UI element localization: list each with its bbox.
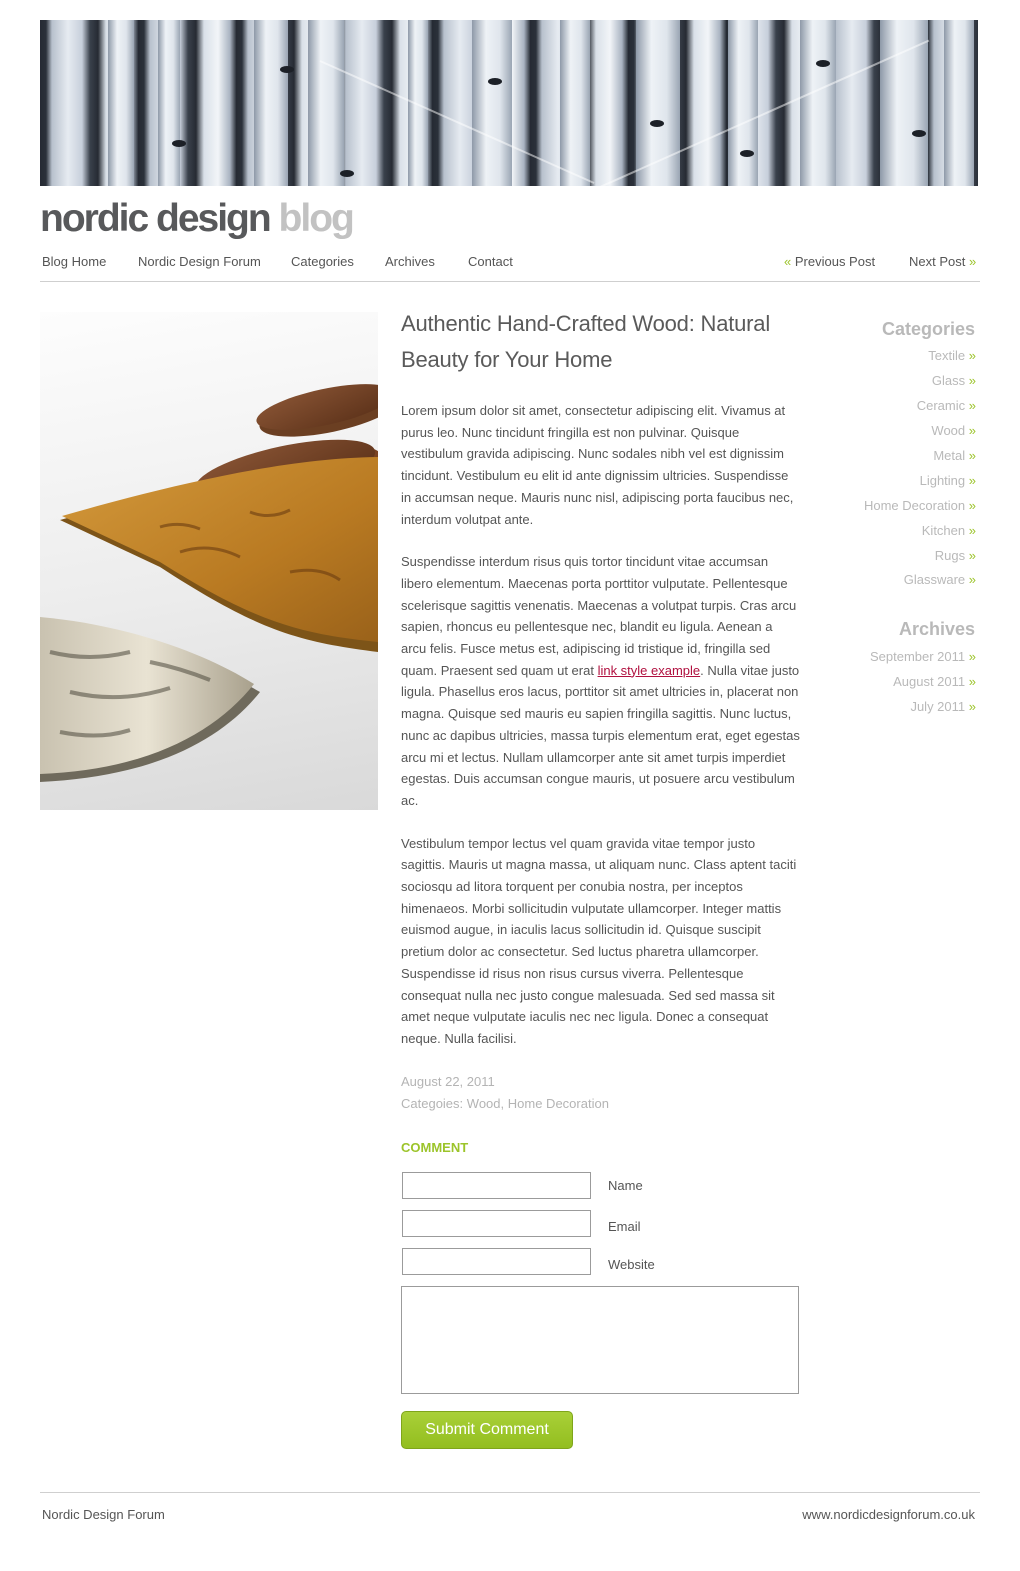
- site-logo[interactable]: nordic design blog: [40, 196, 355, 242]
- inline-link[interactable]: link style example: [598, 663, 701, 678]
- blog-post: Authentic Hand-Crafted Wood: Natural Bea…: [401, 306, 801, 1115]
- article-image: [40, 312, 378, 810]
- footer-website-link[interactable]: www.nordicdesignforum.co.uk: [802, 1507, 975, 1522]
- sidebar-item-label: Glassware: [903, 572, 966, 587]
- previous-post-link[interactable]: « Previous Post: [784, 254, 875, 269]
- sidebar-item-label: Rugs: [934, 548, 966, 563]
- nav-categories[interactable]: Categories: [291, 254, 354, 269]
- sidebar-category-lighting[interactable]: Lighting »: [920, 473, 976, 488]
- arrow-icon: »: [968, 473, 976, 488]
- sidebar-archive-august-2011[interactable]: August 2011 »: [893, 674, 976, 689]
- name-field[interactable]: [402, 1172, 591, 1199]
- sidebar-category-metal[interactable]: Metal »: [933, 448, 976, 463]
- next-post-label: Next Post: [909, 254, 966, 269]
- sidebar-item-label: September 2011: [869, 649, 966, 664]
- categories-label: Categoies:: [401, 1095, 464, 1111]
- footer-forum-link[interactable]: Nordic Design Forum: [42, 1507, 165, 1522]
- post-paragraph-1: Lorem ipsum dolor sit amet, consectetur …: [401, 403, 794, 527]
- category-separator: ,: [500, 1095, 505, 1111]
- sidebar-item-label: Wood: [931, 423, 966, 438]
- name-label: Name: [608, 1178, 643, 1193]
- post-title-line-1: Authentic Hand-Crafted Wood: Natural: [401, 311, 771, 336]
- post-paragraph-3: Vestibulum tempor lectus vel quam gravid…: [401, 835, 797, 1046]
- submit-comment-button[interactable]: Submit Comment: [401, 1411, 573, 1449]
- blog-page: nordic design blog Blog Home Nordic Desi…: [0, 0, 1020, 1571]
- arrow-icon: »: [968, 572, 976, 587]
- main-navigation: Blog Home Nordic Design Forum Categories…: [40, 250, 980, 282]
- previous-arrow-icon: «: [784, 254, 792, 269]
- wooden-trays-illustration: [40, 384, 378, 782]
- arrow-icon: »: [968, 523, 976, 538]
- footer-divider: [40, 1492, 980, 1493]
- sidebar-archives-heading: Archives: [898, 619, 975, 639]
- nav-contact[interactable]: Contact: [468, 254, 513, 269]
- arrow-icon: »: [968, 448, 976, 463]
- category-link-wood[interactable]: Wood: [467, 1096, 501, 1111]
- arrow-icon: »: [968, 423, 976, 438]
- comment-textarea[interactable]: [401, 1286, 799, 1394]
- sidebar-item-label: Metal: [933, 448, 966, 463]
- sidebar-item-label: Glass: [931, 373, 966, 388]
- category-link-home-decoration[interactable]: Home Decoration: [508, 1096, 609, 1111]
- sidebar-archive-july-2011[interactable]: July 2011 »: [910, 699, 976, 714]
- arrow-icon: »: [968, 348, 976, 363]
- sidebar-category-textile[interactable]: Textile »: [928, 348, 976, 363]
- sidebar-category-home-decoration[interactable]: Home Decoration »: [864, 498, 976, 513]
- sidebar-categories-heading: Categories: [881, 319, 975, 339]
- next-post-link[interactable]: Next Post »: [909, 254, 976, 269]
- email-label: Email: [608, 1219, 641, 1234]
- arrow-icon: »: [968, 548, 976, 563]
- website-label: Website: [608, 1257, 655, 1272]
- sidebar-category-glass[interactable]: Glass »: [932, 373, 976, 388]
- website-field[interactable]: [402, 1248, 591, 1275]
- sidebar-item-label: July 2011: [910, 699, 966, 714]
- sidebar-item-label: Kitchen: [921, 523, 966, 538]
- arrow-icon: »: [968, 498, 976, 513]
- sidebar-item-label: Home Decoration: [863, 498, 966, 513]
- sidebar-item-label: Lighting: [919, 473, 966, 488]
- post-title-line-2: Beauty for Your Home: [401, 347, 613, 372]
- post-date: August 22, 2011: [401, 1073, 495, 1089]
- post-title: Authentic Hand-Crafted Wood: Natural Bea…: [401, 306, 801, 378]
- paragraph-2-text-before: Suspendisse interdum risus quis tortor t…: [401, 554, 797, 678]
- sidebar-category-wood[interactable]: Wood »: [931, 423, 976, 438]
- nav-archives[interactable]: Archives: [385, 254, 435, 269]
- paragraph-2-text-after: . Nulla vitae justo ligula. Phasellus er…: [401, 662, 800, 808]
- sidebar-category-kitchen[interactable]: Kitchen »: [922, 523, 976, 538]
- arrow-icon: »: [968, 674, 976, 689]
- nav-nordic-design-forum[interactable]: Nordic Design Forum: [138, 254, 261, 269]
- arrow-icon: »: [968, 373, 976, 388]
- comment-heading: COMMENT: [401, 1140, 469, 1155]
- post-categories: Categoies: Wood, Home Decoration: [401, 1093, 801, 1115]
- previous-post-label: Previous Post: [794, 254, 876, 269]
- sidebar-item-label: Ceramic: [916, 398, 966, 413]
- arrow-icon: »: [968, 699, 976, 714]
- sidebar-item-label: Textile: [928, 348, 966, 363]
- arrow-icon: »: [968, 398, 976, 413]
- sidebar-item-label: August 2011: [893, 674, 966, 689]
- nav-blog-home[interactable]: Blog Home: [42, 254, 106, 269]
- logo-secondary-text: blog: [278, 197, 355, 240]
- post-paragraph-2: Suspendisse interdum risus quis tortor t…: [401, 551, 801, 811]
- sidebar-category-rugs[interactable]: Rugs »: [935, 548, 976, 563]
- sidebar-category-glassware[interactable]: Glassware »: [904, 572, 976, 587]
- header-banner-image: [40, 20, 978, 186]
- sidebar-category-ceramic[interactable]: Ceramic »: [917, 398, 976, 413]
- logo-primary-text: nordic design: [40, 197, 272, 240]
- email-field[interactable]: [402, 1210, 591, 1237]
- arrow-icon: »: [968, 649, 976, 664]
- next-arrow-icon: »: [968, 254, 977, 269]
- sidebar-archive-september-2011[interactable]: September 2011 »: [870, 649, 976, 664]
